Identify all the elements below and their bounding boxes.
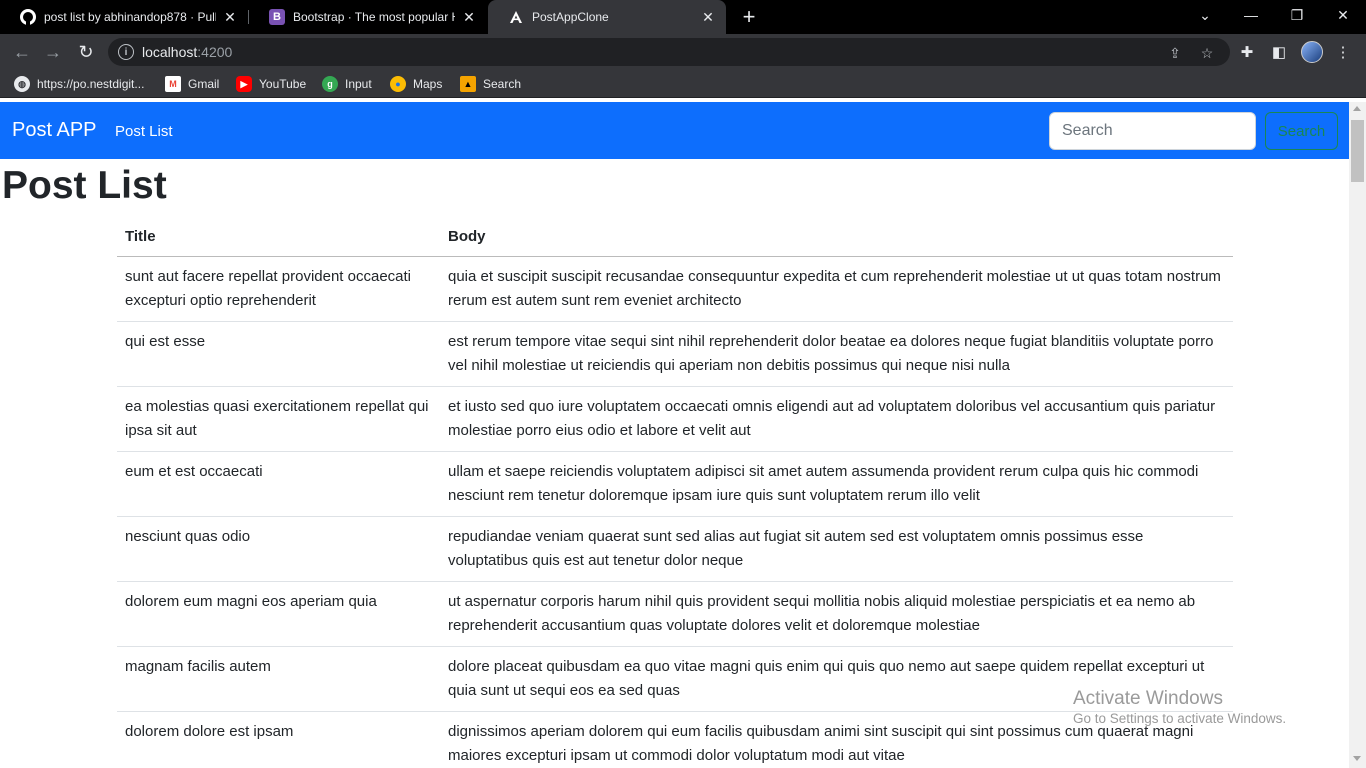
maps-icon: ● [390,76,406,92]
tab-title: post list by abhinandop878 · Pull [44,10,216,24]
post-body: et iusto sed quo iure voluptatem occaeca… [440,386,1233,452]
scroll-up-arrow-icon[interactable] [1353,106,1361,111]
table-row: sunt aut facere repellat provident occae… [117,256,1233,322]
search-input[interactable] [1049,112,1256,150]
globe-icon: ◍ [14,76,30,92]
page-scrollbar[interactable] [1349,102,1366,768]
page-viewport: Post APP Post List Search Post List Titl… [0,102,1349,768]
new-tab-icon[interactable]: + [737,4,761,29]
bookmark-label: https://po.nestdigit... [37,77,145,91]
tab-github[interactable]: post list by abhinandop878 · Pull ✕ [0,0,248,34]
avatar[interactable] [1301,41,1323,63]
tab-close-icon[interactable]: ✕ [700,9,716,25]
post-title: sunt aut facere repellat provident occae… [117,256,440,322]
post-body: ullam et saepe reiciendis voluptatem adi… [440,451,1233,517]
bookmark-search[interactable]: ▲ Search [460,75,521,93]
share-icon[interactable]: ⇪ [1166,44,1184,62]
bootstrap-icon: B [269,9,285,25]
bookmark-star-icon[interactable]: ☆ [1198,44,1216,62]
tab-title: Bootstrap · The most popular HTM [293,10,455,24]
menu-kebab-icon[interactable]: ⋮ [1333,42,1353,62]
table-row: dolorem dolore est ipsam dignissimos aper… [117,711,1233,768]
address-bar[interactable]: i localhost:4200 ⇪ ☆ [108,38,1230,66]
navbar-brand[interactable]: Post APP [12,119,97,142]
url-port: :4200 [197,44,233,60]
page-title: Post List [2,164,167,207]
search-button[interactable]: Search [1265,112,1338,150]
table-row: magnam facilis autem dolore placeat quibu… [117,646,1233,712]
bookmark-nestdigit[interactable]: ◍ https://po.nestdigit... [14,75,144,93]
site-info-icon[interactable]: i [118,44,134,60]
url-host: localhost [142,44,198,60]
post-title: ea molestias quasi exercitationem repell… [117,386,440,452]
side-panel-icon[interactable]: ◧ [1269,42,1289,62]
watermark-line2: Go to Settings to activate Windows. [1073,711,1287,726]
bookmark-label: Search [483,77,522,91]
column-header-title: Title [117,218,440,257]
post-title: qui est esse [117,321,440,387]
tab-postappclone[interactable]: PostAppClone ✕ [488,0,726,34]
restore-icon[interactable]: ❐ [1274,0,1320,30]
table-row: nesciunt quas odio repudiandae veniam qua… [117,516,1233,582]
table-row: eum et est occaecati ullam et saepe reici… [117,451,1233,517]
forward-icon[interactable]: → [41,40,65,64]
tab-close-icon[interactable]: ✕ [461,9,477,25]
github-icon [20,9,36,25]
post-title: dolorem eum magni eos aperiam quia [117,581,440,647]
youtube-icon: ▶ [236,76,252,92]
tab-close-icon[interactable]: ✕ [222,9,238,25]
gmail-icon: M [165,76,181,92]
table-header-row: Title Body [117,218,1233,257]
minimize-icon[interactable]: — [1228,0,1274,30]
post-body: quia et suscipit suscipit recusandae con… [440,256,1233,322]
post-title: eum et est occaecati [117,451,440,517]
bookmark-label: Maps [413,77,443,91]
bookmark-input[interactable]: g Input [322,75,372,93]
post-title: dolorem dolore est ipsam [117,711,440,768]
bookmarks-bar: ◍ https://po.nestdigit... M Gmail ▶ YouT… [0,70,1366,98]
posts-table: Title Body sunt aut facere repellat prov… [117,218,1233,768]
watermark-line1: Activate Windows [1073,688,1223,709]
column-header-body: Body [440,218,1233,257]
table-row: qui est esse est rerum tempore vitae sequ… [117,321,1233,387]
tab-bootstrap[interactable]: B Bootstrap · The most popular HTM ✕ [249,0,487,34]
post-body: repudiandae veniam quaerat sunt sed alia… [440,516,1233,582]
bookmark-label: YouTube [259,77,307,91]
bookmark-label: Input [345,77,372,91]
search-bookmark-icon: ▲ [460,76,476,92]
url-text: localhost:4200 [142,44,232,60]
post-body: est rerum tempore vitae sequi sint nihil… [440,321,1233,387]
post-title: magnam facilis autem [117,646,440,712]
close-window-icon[interactable]: ✕ [1320,0,1366,30]
browser-tab-bar: post list by abhinandop878 · Pull ✕ B Bo… [0,0,1366,34]
table-row: dolorem eum magni eos aperiam quia ut asp… [117,581,1233,647]
angular-icon [508,9,524,25]
post-body: ut aspernatur corporis harum nihil quis … [440,581,1233,647]
reload-icon[interactable]: ↻ [74,40,98,64]
bookmark-gmail[interactable]: M Gmail [165,75,219,93]
input-icon: g [322,76,338,92]
tab-search-chevron-icon[interactable]: ⌄ [1182,0,1228,30]
back-icon[interactable]: ← [10,40,34,64]
browser-toolbar: ← → ↻ i localhost:4200 ⇪ ☆ ✚ ◧ ⋮ [0,34,1366,70]
windows-activation-watermark: Activate Windows Go to Settings to activ… [1073,688,1286,726]
app-navbar: Post APP Post List Search [0,102,1349,159]
scrollbar-thumb[interactable] [1351,120,1364,182]
tab-title: PostAppClone [532,10,609,24]
bookmark-label: Gmail [188,77,220,91]
bookmark-youtube[interactable]: ▶ YouTube [236,75,306,93]
post-title: nesciunt quas odio [117,516,440,582]
table-row: ea molestias quasi exercitationem repell… [117,386,1233,452]
nav-link-post-list[interactable]: Post List [115,123,173,140]
scroll-down-arrow-icon[interactable] [1353,756,1361,761]
extensions-icon[interactable]: ✚ [1237,42,1257,62]
bookmark-maps[interactable]: ● Maps [390,75,442,93]
